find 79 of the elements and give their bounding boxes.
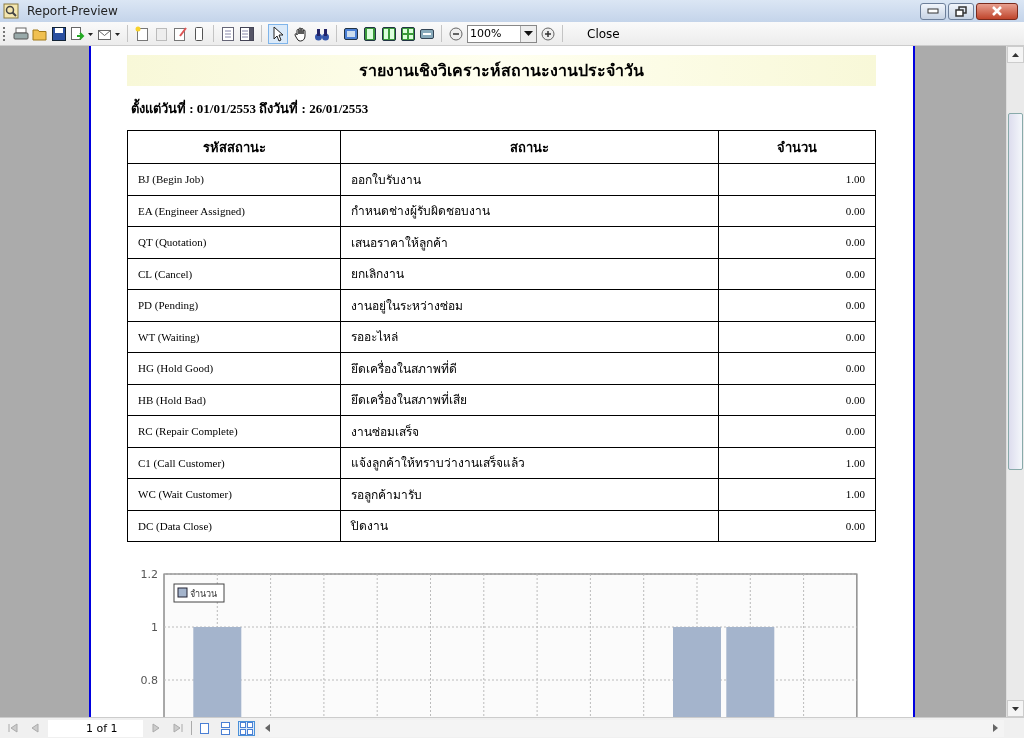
close-button[interactable]: Close (579, 24, 628, 43)
pointer-tool[interactable] (268, 23, 288, 44)
two-pages-icon[interactable] (381, 25, 397, 42)
zoom-in-icon[interactable] (540, 25, 556, 42)
table-cell: ออกใบรับงาน (340, 163, 719, 195)
date-range: ตั้งแต่วันที่ : 01/01/2553 ถึงวันที่ : 26/01/2553 (131, 98, 877, 119)
table-cell: CL (Cancel) (127, 258, 341, 290)
scroll-down-icon[interactable] (1012, 706, 1019, 711)
new-page-icon[interactable] (134, 25, 150, 42)
caret-icon (524, 31, 533, 36)
window-title: Report-Preview (27, 4, 118, 18)
view-mode-button[interactable] (238, 720, 255, 736)
table-cell: 0.00 (718, 195, 876, 227)
save-icon[interactable] (51, 25, 67, 42)
table-cell: 0.00 (718, 510, 876, 542)
table-cell: เสนอราคาให้ลูกค้า (340, 226, 719, 258)
single-page-icon[interactable] (343, 25, 359, 42)
table-cell: 0.00 (718, 384, 876, 416)
table-cell: 0.00 (718, 352, 876, 384)
y-tick-label: 1 (151, 621, 158, 634)
table-cell: ยึดเครื่องในสภาพที่ดี (340, 352, 719, 384)
table-cell: งานซ่อมเสร็จ (340, 415, 719, 447)
table-cell: 1.00 (718, 447, 876, 479)
scroll-left-icon[interactable] (265, 724, 270, 732)
column-header: จำนวน (718, 130, 876, 164)
horizontal-scrollbar[interactable] (259, 719, 1004, 737)
edit-page-icon[interactable] (172, 25, 188, 42)
table-cell: ปิดงาน (340, 510, 719, 542)
document-preview-icon (3, 3, 19, 19)
table-cell: ยึดเครื่องในสภาพที่เสีย (340, 384, 719, 416)
minimize-icon (927, 8, 939, 14)
table-cell: HG (Hold Good) (127, 352, 341, 384)
page-number-field[interactable]: 1 of 1 (48, 719, 143, 737)
table-cell: ยกเลิกงาน (340, 258, 719, 290)
scroll-up-icon[interactable] (1012, 52, 1019, 57)
export-icon[interactable] (70, 25, 94, 42)
table-cell: PD (Pending) (127, 289, 341, 321)
table-cell: WC (Wait Customer) (127, 478, 341, 510)
restore-icon (955, 5, 967, 17)
table-cell: BJ (Begin Job) (127, 163, 341, 195)
table-cell: 0.00 (718, 226, 876, 258)
table-cell: งานอยู่ในระหว่างซ่อม (340, 289, 719, 321)
table-cell: กำหนดช่างผู้รับผิดชอบงาน (340, 195, 719, 227)
print-icon[interactable] (13, 25, 29, 42)
restore-button[interactable] (948, 2, 974, 20)
table-cell: EA (Engineer Assigned) (127, 195, 341, 227)
table-cell: 0.00 (718, 415, 876, 447)
table-cell: 0.00 (718, 258, 876, 290)
close-window-button[interactable] (976, 2, 1018, 20)
table-cell: รออะไหล่ (340, 321, 719, 353)
page-setup-icon[interactable] (220, 25, 236, 42)
legend-label: จำนวน (190, 589, 217, 599)
table-cell: RC (Repair Complete) (127, 415, 341, 447)
table-cell: แจ้งลูกค้าให้ทราบว่างานเสร็จแล้ว (340, 447, 719, 479)
scroll-right-icon[interactable] (993, 724, 998, 732)
close-icon (991, 6, 1003, 16)
four-pages-icon[interactable] (400, 25, 416, 42)
table-cell: DC (Data Close) (127, 510, 341, 542)
minimize-button[interactable] (920, 2, 946, 20)
table-cell: WT (Waiting) (127, 321, 341, 353)
column-header: สถานะ (340, 130, 719, 164)
page-width-icon[interactable] (362, 25, 378, 42)
table-cell: QT (Quotation) (127, 226, 341, 258)
table-cell: HB (Hold Bad) (127, 384, 341, 416)
y-tick-label: 0.8 (140, 674, 158, 687)
zoom-out-icon[interactable] (448, 25, 464, 42)
table-cell: C1 (Call Customer) (127, 447, 341, 479)
table-cell: 0.00 (718, 289, 876, 321)
table-cell: 1.00 (718, 478, 876, 510)
chart-legend: จำนวน (173, 583, 225, 603)
table-cell: 0.00 (718, 321, 876, 353)
table-cell: รอลูกค้ามารับ (340, 478, 719, 510)
y-tick-label: 1.2 (140, 568, 158, 581)
vertical-scrollbar[interactable] (1006, 46, 1024, 717)
document-map-icon[interactable] (239, 25, 255, 42)
report-title: รายงานเชิงวิเคราะห์สถานะงานประจำวัน (127, 55, 876, 86)
zoom-combo-box[interactable]: 100% (467, 24, 537, 43)
column-header: รหัสสถานะ (127, 130, 341, 164)
table-cell: 1.00 (718, 163, 876, 195)
